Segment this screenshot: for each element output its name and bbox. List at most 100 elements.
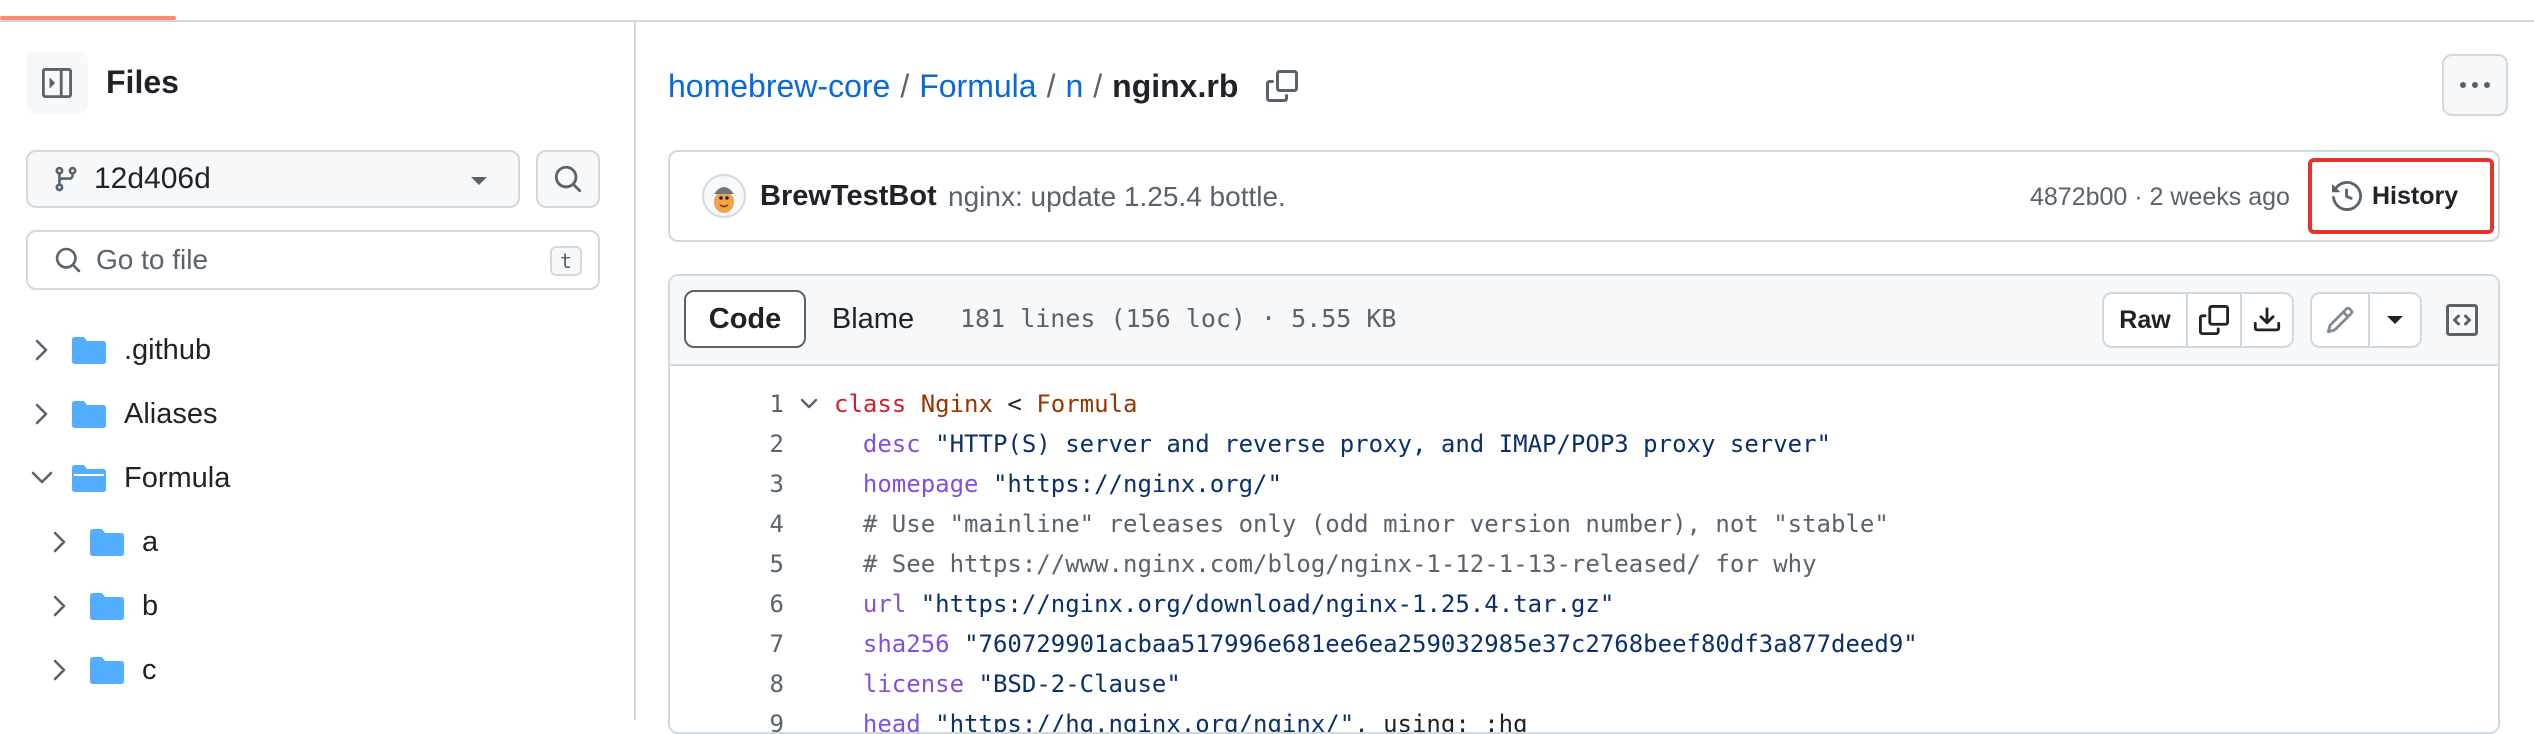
code-string: "BSD-2-Clause" [978,670,1181,698]
fold-chevron-icon[interactable] [784,398,834,410]
kebab-dot-icon [2460,82,2466,88]
code-method: sha256 [862,630,950,658]
download-button[interactable] [2240,294,2292,346]
code-string: "760729901acbaa517996e681ee6ea259032985e… [964,630,1918,658]
history-button[interactable]: History [2308,158,2494,234]
current-file-name: nginx.rb [1112,67,1239,104]
chevron-right-icon [30,338,54,362]
keyboard-shortcut-hint: t [550,246,582,276]
breadcrumb-separator: / [1046,67,1056,104]
file-viewer: Code Blame 181 lines (156 loc) · 5.55 KB… [668,274,2500,734]
line-number[interactable]: 5 [670,550,784,578]
search-icon [55,247,81,273]
file-tree-sidebar: Files 12d406d Go to file t .github Alias… [0,22,636,720]
commit-message[interactable]: nginx: update 1.25.4 bottle. [948,181,1286,213]
code-line: 9 head "https://hg.nginx.org/nginx/", us… [670,704,1918,734]
code-parent-class: Formula [1036,390,1138,418]
commit-author[interactable]: BrewTestBot [760,180,937,213]
tree-item-label: Formula [124,461,231,494]
raw-label: Raw [2119,305,2171,334]
breadcrumb-n-link[interactable]: n [1065,68,1083,105]
tree-item-c[interactable]: c [48,642,157,698]
breadcrumb-separator: / [1093,67,1103,104]
search-files-button[interactable] [536,150,600,208]
blame-tab[interactable]: Blame [806,290,940,348]
line-number[interactable]: 1 [670,390,784,418]
code-tab[interactable]: Code [684,290,806,348]
edit-file-button[interactable] [2312,294,2368,346]
code-keyword: class [834,390,907,418]
code-method: url [862,590,907,618]
code-method: head [862,710,921,734]
branch-name: 12d406d [94,162,211,195]
caret-down-icon [2387,316,2403,324]
line-number[interactable]: 8 [670,670,784,698]
collapse-sidebar-button[interactable] [26,52,88,114]
file-viewer-header: Code Blame 181 lines (156 loc) · 5.55 KB… [670,276,2498,366]
pencil-icon [2326,306,2354,334]
tree-item-label: a [142,525,159,558]
code-string: "HTTP(S) server and reverse proxy, and I… [935,430,1832,458]
search-icon [554,165,582,193]
code-line: 4 # Use "mainline" releases only (odd mi… [670,504,1918,544]
latest-commit-bar: BrewTestBot nginx: update 1.25.4 bottle.… [668,150,2500,242]
folder-icon [90,529,124,556]
tree-item-label: b [142,589,159,622]
symbols-panel-button[interactable] [2438,292,2486,348]
branch-selector[interactable]: 12d406d [26,150,520,208]
line-number[interactable]: 9 [670,710,784,732]
code-string: "https://hg.nginx.org/nginx/" [935,710,1355,734]
code-string: "https://nginx.org/" [992,470,1282,498]
tree-item-a[interactable]: a [48,514,158,570]
code-string: "https://nginx.org/download/nginx-1.25.4… [920,590,1615,618]
tree-item-formula[interactable]: Formula [30,450,230,506]
copy-icon [2199,305,2229,335]
code-line: 3 homepage "https://nginx.org/" [670,464,1918,504]
code-square-icon [2446,304,2478,336]
chevron-right-icon [48,658,72,682]
view-mode-toggle: Code Blame [684,290,940,348]
line-number[interactable]: 4 [670,510,784,538]
git-branch-icon [55,166,77,192]
tree-item-aliases[interactable]: Aliases [30,386,218,442]
line-number[interactable]: 2 [670,430,784,458]
edit-options-dropdown[interactable] [2368,294,2420,346]
history-icon [2332,181,2362,211]
copy-path-button[interactable] [1266,70,1299,102]
files-heading: Files [106,64,179,100]
chevron-right-icon [48,530,72,554]
code-class-name: Nginx [920,390,993,418]
line-number[interactable]: 7 [670,630,784,658]
copy-icon [1266,70,1299,102]
tree-item-label: c [142,653,157,686]
code-line: 1 class Nginx < Formula [670,384,1918,424]
folder-icon [90,593,124,620]
go-to-file-input[interactable]: Go to file t [26,230,600,290]
code-operator: < [992,390,1037,418]
code-rest: , using: :hg [1354,710,1528,734]
code-line: 7 sha256 "760729901acbaa517996e681ee6ea2… [670,624,1918,664]
copy-raw-button[interactable] [2186,294,2240,346]
commit-hash-and-time[interactable]: 4872b00 · 2 weeks ago [2030,183,2290,212]
breadcrumb-repo-link[interactable]: homebrew-core [668,68,890,105]
go-to-file-placeholder: Go to file [96,244,209,275]
chevron-right-icon [30,402,54,426]
code-comment: # See https://www.nginx.com/blog/nginx-1… [862,550,1817,578]
breadcrumb-separator: / [900,67,910,104]
avatar[interactable] [702,174,746,218]
raw-copy-download-group: Raw [2102,292,2294,348]
kebab-dot-icon [2484,82,2490,88]
breadcrumb-formula-link[interactable]: Formula [919,68,1036,105]
code-line: 6 url "https://nginx.org/download/nginx-… [670,584,1918,624]
raw-button[interactable]: Raw [2104,294,2186,346]
download-icon [2253,307,2281,332]
tree-item-github[interactable]: .github [30,322,211,378]
tree-item-b[interactable]: b [48,578,158,634]
history-label: History [2372,181,2459,210]
line-number[interactable]: 6 [670,590,784,618]
breadcrumb: homebrew-core / Formula / n / nginx.rb [668,64,1299,108]
line-number[interactable]: 3 [670,470,784,498]
sidebar-collapse-icon [42,68,72,98]
file-stats: 181 lines (156 loc) · 5.55 KB [960,304,1397,333]
more-options-button[interactable] [2442,54,2508,116]
